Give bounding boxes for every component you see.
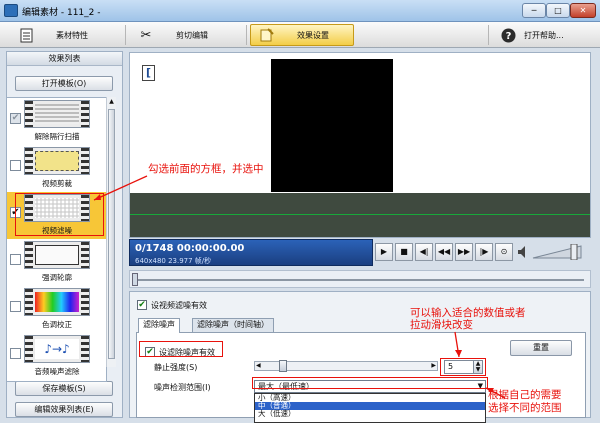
annotation-range-hint-2: 选择不同的范围	[488, 402, 562, 414]
annotation-arrows	[93, 175, 506, 399]
annotation-check-hint: 勾选前面的方框，并选中	[148, 163, 264, 175]
tab-noise-filter[interactable]: 滤除噪声	[138, 318, 180, 333]
annotation-input-hint-1: 可以输入适合的数值或者	[410, 307, 526, 319]
annotation-range-hint-1: 根据自己的需要	[488, 389, 562, 401]
annotation-input-hint-2: 拉动滑块改变	[410, 319, 473, 331]
